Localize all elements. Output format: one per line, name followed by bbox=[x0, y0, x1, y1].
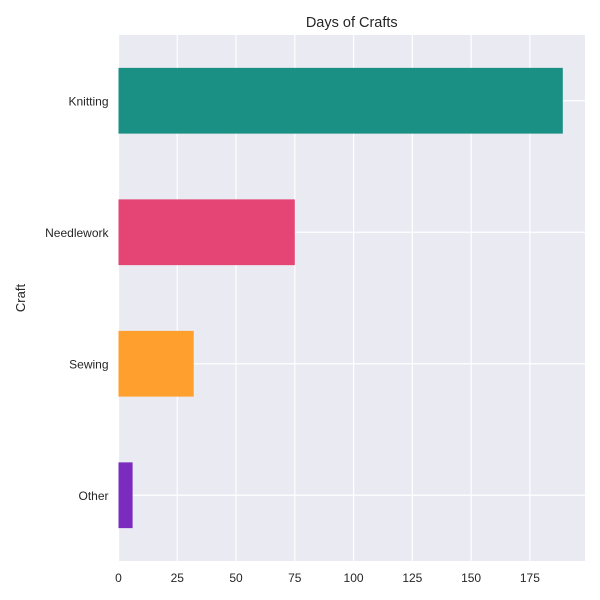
x-tick-label: 150 bbox=[461, 571, 481, 585]
y-tick-labels: Other Sewing Needlework Knitting bbox=[45, 94, 109, 503]
x-tick-label: 100 bbox=[344, 571, 364, 585]
x-tick-label: 175 bbox=[520, 571, 540, 585]
y-axis-label: Craft bbox=[13, 284, 28, 313]
x-tick-label: 125 bbox=[402, 571, 422, 585]
x-tick-label: 25 bbox=[171, 571, 185, 585]
x-tick-label: 0 bbox=[115, 571, 122, 585]
x-tick-label: 50 bbox=[229, 571, 243, 585]
x-tick-labels: 0 25 50 75 100 125 150 175 bbox=[115, 571, 540, 585]
x-tick-label: 75 bbox=[288, 571, 302, 585]
bar-chart: 0 25 50 75 100 125 150 175 Other Sewing Needlewor… bbox=[13, 15, 585, 585]
chart-title: Days of Crafts bbox=[306, 15, 398, 31]
bar-other bbox=[118, 462, 133, 529]
bar-needlework bbox=[118, 199, 295, 266]
y-tick-label: Other bbox=[78, 489, 108, 503]
bar-knitting bbox=[118, 67, 563, 134]
bar-sewing bbox=[118, 330, 194, 397]
y-tick-label: Needlework bbox=[45, 226, 109, 240]
y-tick-label: Sewing bbox=[69, 357, 108, 371]
y-tick-label: Knitting bbox=[68, 94, 108, 108]
